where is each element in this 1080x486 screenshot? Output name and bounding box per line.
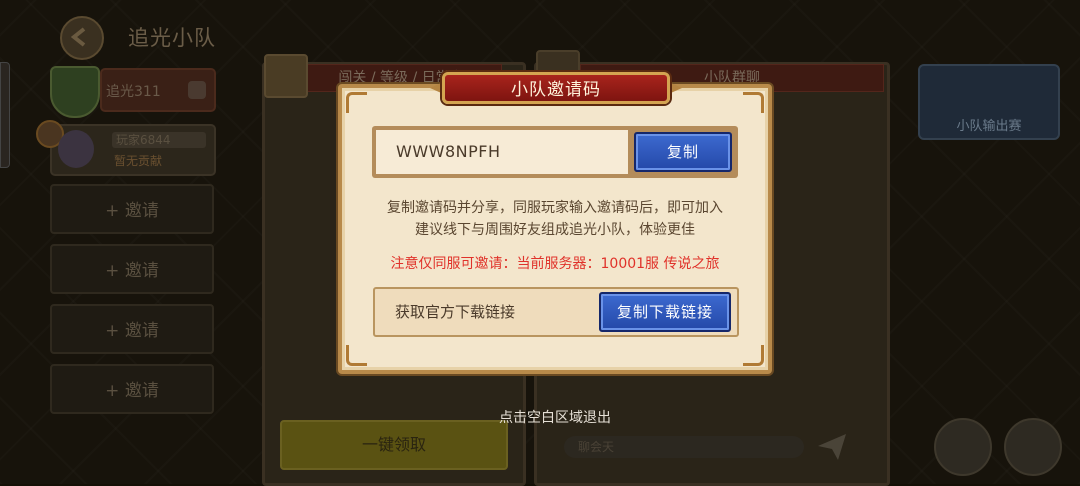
back-arrow-icon xyxy=(70,27,86,47)
edit-icon[interactable] xyxy=(188,81,206,99)
gift-icon xyxy=(264,54,308,98)
tournament-label: 小队输出赛 xyxy=(956,119,1022,134)
member-name: 玩家6844 xyxy=(112,132,206,148)
page-title: 追光小队 xyxy=(128,26,216,50)
download-link-row: 获取官方下载链接 复制下载链接 xyxy=(373,287,739,337)
description-line: 复制邀请码并分享，同服玩家输入邀请码后，即可加入 xyxy=(387,200,723,216)
tournament-card[interactable]: 小队输出赛 xyxy=(918,64,1060,140)
exit-hint: 点击空白区域退出 xyxy=(499,410,611,426)
copy-code-button[interactable]: 复制 xyxy=(634,132,732,172)
download-label: 获取官方下载链接 xyxy=(395,303,516,321)
team-name: 追光311 xyxy=(106,84,161,100)
invite-slot-button[interactable]: + 邀请 xyxy=(50,244,214,294)
claim-all-button[interactable]: 一键领取 xyxy=(280,420,508,470)
member-card[interactable]: 玩家6844 暂无贡献 xyxy=(36,120,216,176)
settings-gear-icon[interactable] xyxy=(934,418,992,476)
invite-code-row: WWW8NPFH 复制 xyxy=(372,126,738,178)
corner-ornament xyxy=(743,345,764,366)
side-handle[interactable] xyxy=(0,62,10,168)
team-name-card: 追光311 xyxy=(100,68,216,112)
invite-slot-button[interactable]: + 邀请 xyxy=(50,184,214,234)
member-contribution: 暂无贡献 xyxy=(114,154,163,168)
back-button[interactable] xyxy=(60,16,104,60)
add-member-icon[interactable] xyxy=(1004,418,1062,476)
send-icon[interactable] xyxy=(814,428,850,464)
invite-slot-button[interactable]: + 邀请 xyxy=(50,364,214,414)
corner-ornament xyxy=(346,345,367,366)
team-emblem-icon xyxy=(50,66,100,118)
corner-ornament xyxy=(346,92,367,113)
server-notice: 注意仅同服可邀请：当前服务器：10001服 传说之旅 xyxy=(390,256,720,272)
copy-download-link-button[interactable]: 复制下载链接 xyxy=(599,292,731,332)
invite-slot-button[interactable]: + 邀请 xyxy=(50,304,214,354)
chat-input[interactable]: 聊会天 xyxy=(564,436,804,458)
dialog-title: 小队邀请码 xyxy=(442,72,670,104)
corner-ornament xyxy=(743,92,764,113)
invite-code-field[interactable]: WWW8NPFH xyxy=(376,130,628,174)
avatar xyxy=(58,130,94,168)
description-line: 建议线下与周围好友组成追光小队，体验更佳 xyxy=(415,222,695,238)
